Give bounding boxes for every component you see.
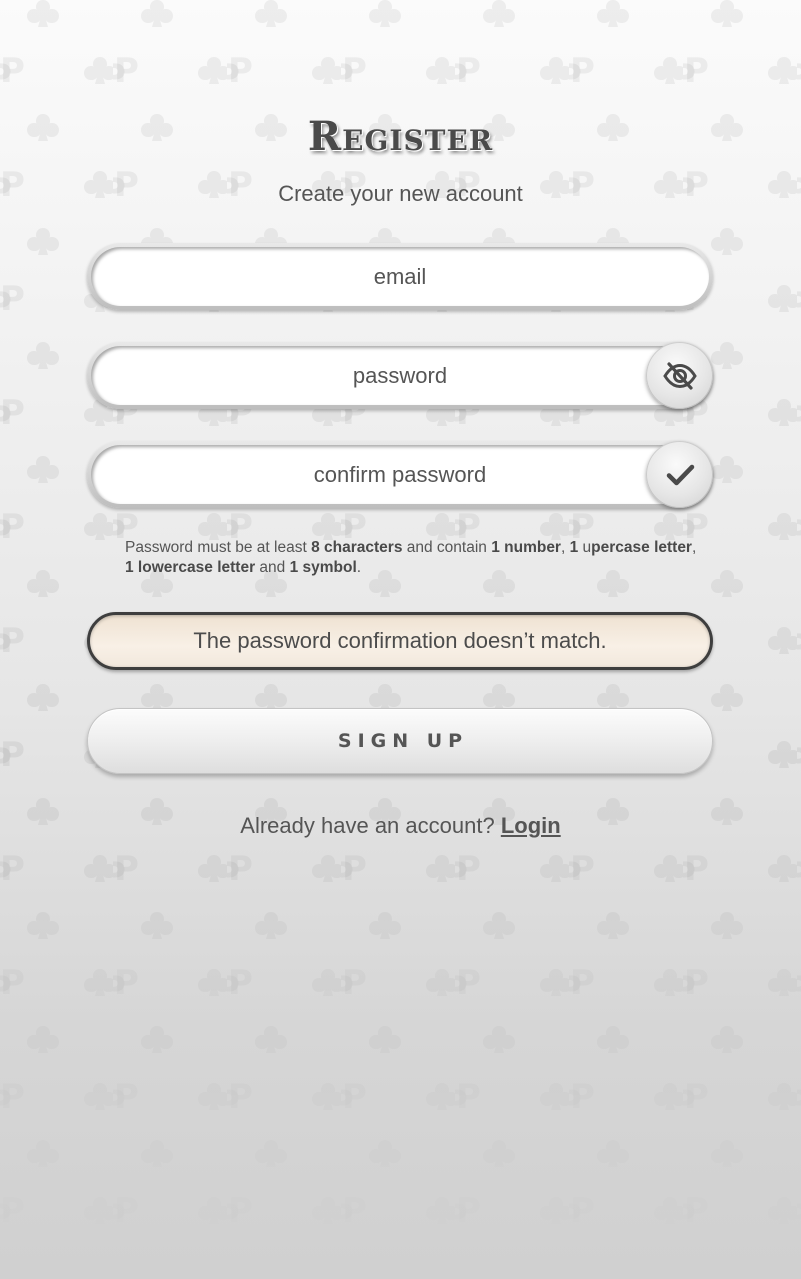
confirm-password-check-button[interactable] <box>646 441 713 508</box>
hint-lowercase-rule: 1 lowercase letter <box>125 559 256 576</box>
page-subtitle: Create your new account <box>278 181 523 206</box>
password-input[interactable] <box>91 346 709 405</box>
hint-text: Password must be at least <box>125 539 312 556</box>
login-prompt: Already have an account? Login <box>0 812 801 840</box>
error-message: The password confirmation doesn’t match. <box>87 612 713 670</box>
hint-symbol-rule: 1 symbol <box>289 559 357 576</box>
hint-uppercase-rule: percase letter <box>591 539 692 556</box>
password-requirements-hint: Password must be at least 8 characters a… <box>125 538 705 578</box>
page-title: Register <box>307 113 494 160</box>
sign-up-button[interactable]: SIGN UP <box>87 708 713 774</box>
register-page: Register Create your new account Passwor… <box>0 0 801 1279</box>
confirm-password-input[interactable] <box>91 445 709 504</box>
hint-min-length: 8 characters <box>311 539 403 556</box>
password-field <box>87 342 713 409</box>
hint-text: and <box>255 559 290 576</box>
hint-uppercase-count: 1 <box>569 539 579 556</box>
hint-text: u <box>578 539 592 556</box>
login-prompt-text: Already have an account? <box>240 813 501 838</box>
toggle-password-visibility-button[interactable] <box>646 342 713 409</box>
hint-text: . <box>356 559 362 576</box>
hint-text: and contain <box>402 539 492 556</box>
eye-slash-icon <box>662 361 697 390</box>
sign-up-label: SIGN UP <box>337 730 469 752</box>
login-link[interactable]: Login <box>501 813 561 838</box>
hint-text: , <box>560 539 570 556</box>
email-input[interactable] <box>91 247 709 306</box>
email-field <box>87 243 713 310</box>
confirm-password-field <box>87 441 713 508</box>
hint-number-rule: 1 number <box>491 539 561 556</box>
checkmark-icon <box>666 464 694 485</box>
hint-text: , <box>691 539 697 556</box>
